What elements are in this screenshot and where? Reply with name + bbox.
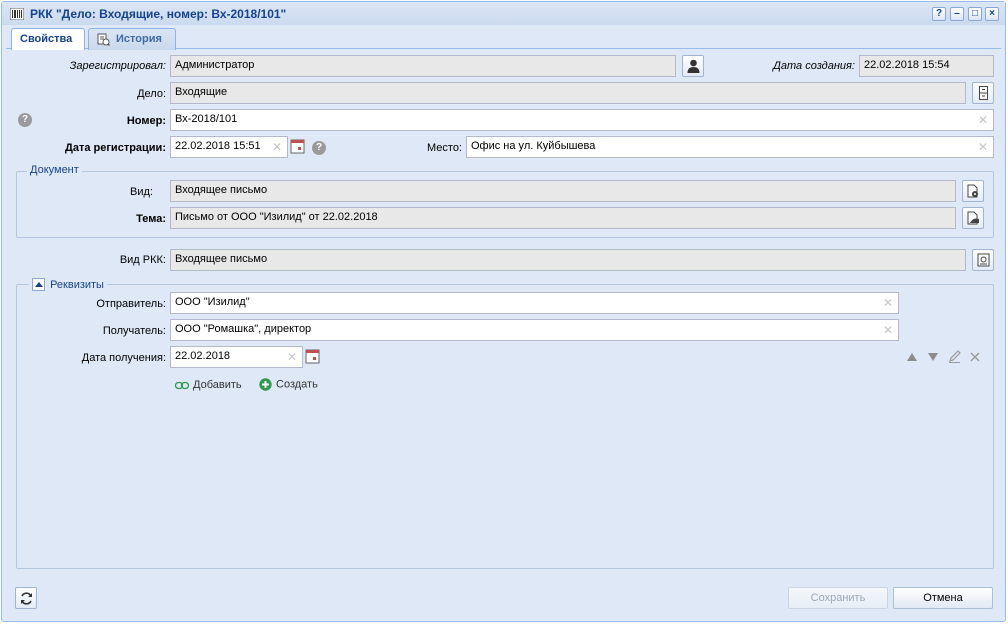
reg-date-input[interactable]: 22.02.2018 15:51 ✕ — [170, 136, 288, 158]
window-titlebar[interactable]: РКК "Дело: Входящие, номер: Вх-2018/101"… — [2, 2, 1005, 25]
clear-icon[interactable]: ✕ — [287, 350, 297, 364]
doc-subject-open-button[interactable] — [962, 207, 984, 229]
case-label: Дело: — [137, 88, 166, 100]
received-date-input[interactable]: 22.02.2018 ✕ — [170, 346, 303, 368]
collapse-toggle-icon[interactable] — [32, 278, 45, 291]
registered-by-label: Зарегистрировал: — [69, 60, 166, 72]
properties-panel: Зарегистрировал: Администратор Дата созд… — [10, 50, 1000, 574]
move-down-icon[interactable] — [927, 352, 939, 362]
created-date-field: 22.02.2018 15:54 — [859, 55, 994, 77]
tab-history-label: История — [116, 33, 162, 45]
calendar-icon[interactable] — [304, 347, 321, 367]
select-user-button[interactable] — [682, 55, 704, 77]
history-icon — [97, 33, 110, 46]
add-link[interactable]: Добавить — [174, 379, 242, 392]
clear-icon[interactable]: ✕ — [883, 296, 893, 310]
move-up-icon[interactable] — [906, 352, 918, 362]
close-button[interactable]: × — [985, 7, 999, 21]
create-link[interactable]: Создать — [259, 378, 318, 391]
rkk-window: РКК "Дело: Входящие, номер: Вх-2018/101"… — [1, 1, 1006, 622]
place-value: Офис на ул. Куйбышева — [471, 140, 596, 152]
edit-icon[interactable] — [948, 350, 961, 363]
tab-properties[interactable]: Свойства — [11, 28, 85, 50]
barcode-icon — [10, 8, 24, 20]
tab-history[interactable]: История — [88, 28, 176, 50]
document-gear-icon — [967, 184, 978, 198]
delete-icon[interactable] — [970, 352, 980, 362]
cabinet-icon — [979, 86, 988, 100]
doc-kind-settings-button[interactable] — [962, 180, 984, 202]
clear-icon[interactable]: ✕ — [978, 140, 988, 154]
calendar-icon[interactable] — [289, 137, 306, 157]
recipient-input[interactable]: ООО "Ромашка", директор ✕ — [170, 319, 899, 341]
number-input[interactable]: Вх-2018/101 ✕ — [170, 109, 994, 131]
rkk-kind-label: Вид РКК: — [119, 254, 166, 266]
tab-bar: Свойства История — [6, 25, 1001, 50]
rkk-kind-open-button[interactable] — [972, 249, 994, 271]
doc-subject-field: Письмо от ООО "Изилид" от 22.02.2018 — [170, 207, 956, 229]
recipient-label: Получатель: — [102, 325, 166, 337]
cancel-button[interactable]: Отмена — [893, 587, 993, 609]
requisites-header[interactable]: Реквизиты — [29, 278, 107, 291]
number-label: Номер: — [126, 115, 166, 127]
sender-value: ООО "Изилид" — [175, 296, 250, 308]
document-open-icon — [967, 211, 979, 225]
created-date-label: Дата создания: — [773, 60, 855, 72]
place-label: Место: — [427, 142, 462, 154]
tab-properties-label: Свойства — [20, 33, 73, 45]
doc-kind-field: Входящее письмо — [170, 180, 956, 202]
registered-by-field: Администратор — [170, 55, 676, 77]
maximize-button[interactable]: □ — [968, 7, 982, 21]
recipient-value: ООО "Ромашка", директор — [175, 323, 312, 335]
doc-kind-label: Вид: — [130, 186, 153, 198]
help-button[interactable]: ? — [932, 7, 946, 21]
refresh-icon — [21, 592, 32, 605]
save-button[interactable]: Сохранить — [788, 587, 888, 609]
refresh-button[interactable] — [15, 587, 37, 609]
clear-icon[interactable]: ✕ — [272, 140, 282, 154]
minimize-button[interactable]: – — [950, 7, 964, 21]
number-value: Вх-2018/101 — [175, 113, 238, 125]
sender-label: Отправитель: — [96, 298, 166, 310]
reg-date-value: 22.02.2018 15:51 — [175, 140, 261, 152]
sender-input[interactable]: ООО "Изилид" ✕ — [170, 292, 899, 314]
window-title: РКК "Дело: Входящие, номер: Вх-2018/101" — [30, 7, 287, 21]
clear-icon[interactable]: ✕ — [883, 323, 893, 337]
reg-date-help-icon[interactable]: ? — [312, 141, 326, 155]
received-date-value: 22.02.2018 — [175, 350, 231, 362]
place-input[interactable]: Офис на ул. Куйбышева ✕ — [466, 136, 994, 158]
user-icon — [687, 59, 700, 73]
chain-link-icon — [174, 381, 190, 389]
clear-icon[interactable]: ✕ — [978, 113, 988, 127]
card-search-icon — [977, 253, 990, 267]
doc-subject-label: Тема: — [136, 213, 166, 225]
received-date-label: Дата получения: — [81, 352, 166, 364]
document-legend: Документ — [27, 164, 82, 176]
case-field: Входящие — [170, 82, 966, 104]
rkk-kind-field: Входящее письмо — [170, 249, 966, 271]
requisites-legend: Реквизиты — [50, 278, 104, 291]
plus-circle-icon — [259, 378, 272, 391]
add-label: Добавить — [193, 379, 242, 392]
reg-date-label: Дата регистрации: — [65, 142, 166, 154]
case-select-button[interactable] — [972, 82, 994, 104]
create-label: Создать — [276, 378, 318, 391]
